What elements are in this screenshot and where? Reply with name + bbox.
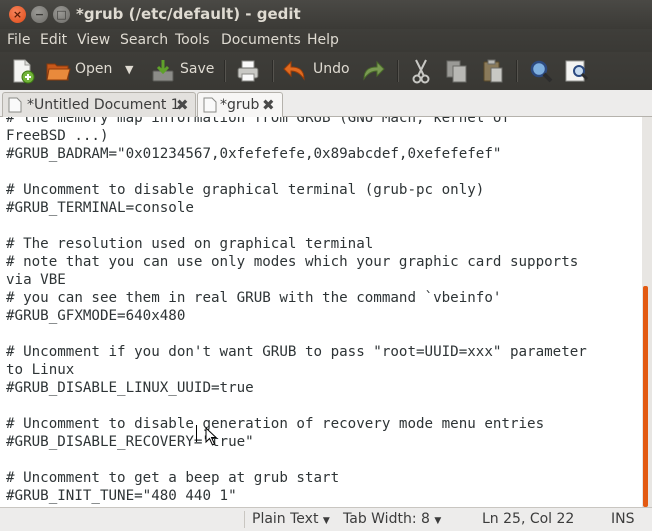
toolbar-separator [516, 60, 518, 82]
code-line: #GRUB_GFXMODE=640x480 [6, 308, 186, 324]
code-line: to Linux [6, 362, 75, 378]
undo-icon [283, 60, 305, 81]
status-separator [244, 511, 245, 528]
title-bar: × − □ *grub (/etc/default) - gedit [0, 0, 652, 30]
save-icon [152, 60, 174, 82]
code-line: # note that you can use only modes which… [6, 254, 579, 270]
status-bar: Plain Text ▼ Tab Width: 8 ▼ Ln 25, Col 2… [0, 507, 652, 531]
code-line: # Uncomment if you don't want GRUB to pa… [6, 344, 587, 360]
chevron-down-icon[interactable]: ▼ [125, 63, 133, 76]
menu-tools[interactable]: Tools [175, 32, 210, 48]
printer-icon [237, 60, 259, 82]
menu-documents[interactable]: Documents [221, 32, 301, 48]
minimize-window-button[interactable]: − [31, 6, 48, 23]
text-cursor-pointer-icon [205, 427, 218, 446]
tab-label: *grub [220, 97, 260, 113]
toolbar-separator [224, 60, 226, 82]
redo-button[interactable] [360, 57, 388, 85]
menu-search[interactable]: Search [120, 32, 168, 48]
text-editor[interactable]: # the memory map information from GRUB (… [0, 117, 642, 507]
code-line: #GRUB_TERMINAL=console [6, 200, 194, 216]
document-tabs: *Untitled Document 1 ✖ *grub ✖ [0, 90, 652, 118]
language-selector[interactable]: Plain Text ▼ [252, 511, 330, 527]
tab-label: *Untitled Document 1 [27, 97, 180, 113]
toolbar-separator [397, 60, 399, 82]
insert-mode: INS [611, 511, 635, 527]
code-line: # Uncomment to disable graphical termina… [6, 182, 485, 198]
document-icon [8, 97, 22, 113]
copy-button[interactable] [443, 57, 471, 85]
cut-button[interactable] [407, 57, 435, 85]
code-line: #GRUB_BADRAM="0x01234567,0xfefefefe,0x89… [6, 146, 502, 162]
tab-width-label: Tab Width: 8 [343, 511, 430, 527]
find-replace-button[interactable] [563, 57, 591, 85]
cursor-position: Ln 25, Col 22 [482, 511, 575, 527]
code-line: FreeBSD ...) [6, 128, 109, 144]
print-button[interactable] [234, 57, 262, 85]
open-label: Open [75, 61, 113, 77]
maximize-window-button[interactable]: □ [53, 6, 70, 23]
code-line: # Uncomment to disable generation of rec… [6, 416, 545, 432]
menu-file[interactable]: File [7, 32, 30, 48]
code-line: # Uncomment to get a beep at grub start [6, 470, 340, 486]
undo-button[interactable]: Undo [282, 57, 354, 85]
code-line: via VBE [6, 272, 66, 288]
code-line: # the memory map information from GRUB (… [6, 117, 510, 126]
menu-view[interactable]: View [77, 32, 110, 48]
menu-bar: File Edit View Search Tools Documents He… [0, 29, 652, 52]
scrollbar-thumb[interactable] [643, 286, 648, 507]
new-document-icon [13, 59, 35, 84]
paste-button[interactable] [479, 57, 507, 85]
code-line: # The resolution used on graphical termi… [6, 236, 374, 252]
chevron-down-icon: ▼ [322, 516, 330, 526]
tab-width-selector[interactable]: Tab Width: 8 ▼ [343, 511, 441, 527]
open-button[interactable]: Open ▼ [44, 57, 144, 85]
tab-grub[interactable]: *grub ✖ [197, 92, 283, 118]
undo-label: Undo [313, 61, 350, 77]
scissors-icon [412, 59, 430, 84]
toolbar: Open ▼ Save Undo [0, 52, 652, 90]
redo-icon [363, 60, 385, 81]
chevron-down-icon: ▼ [434, 516, 442, 526]
find-replace-icon [565, 60, 589, 82]
find-button[interactable] [527, 57, 555, 85]
window-title: *grub (/etc/default) - gedit [76, 5, 301, 23]
editor-content[interactable]: # the memory map information from GRUB (… [6, 117, 587, 505]
document-icon [203, 97, 217, 113]
text-cursor [196, 425, 197, 442]
menu-help[interactable]: Help [307, 32, 339, 48]
search-icon [530, 60, 553, 83]
close-window-button[interactable]: × [9, 6, 26, 23]
toolbar-separator [272, 60, 274, 82]
close-tab-icon[interactable]: ✖ [262, 96, 275, 114]
tab-untitled-document-1[interactable]: *Untitled Document 1 ✖ [2, 92, 196, 117]
menu-edit[interactable]: Edit [40, 32, 67, 48]
code-line: #GRUB_DISABLE_LINUX_UUID=true [6, 380, 254, 396]
new-document-button[interactable] [8, 57, 36, 85]
language-label: Plain Text [252, 511, 319, 527]
folder-open-icon [46, 63, 71, 81]
code-line: # you can see them in real GRUB with the… [6, 290, 502, 306]
close-tab-icon[interactable]: ✖ [176, 96, 189, 114]
save-label: Save [180, 61, 215, 77]
paste-icon [483, 59, 503, 83]
save-button[interactable]: Save [150, 57, 216, 85]
code-line: #GRUB_DISABLE_RECOVERY="true" [6, 434, 254, 450]
copy-icon [446, 60, 467, 83]
code-line: #GRUB_INIT_TUNE="480 440 1" [6, 488, 237, 504]
